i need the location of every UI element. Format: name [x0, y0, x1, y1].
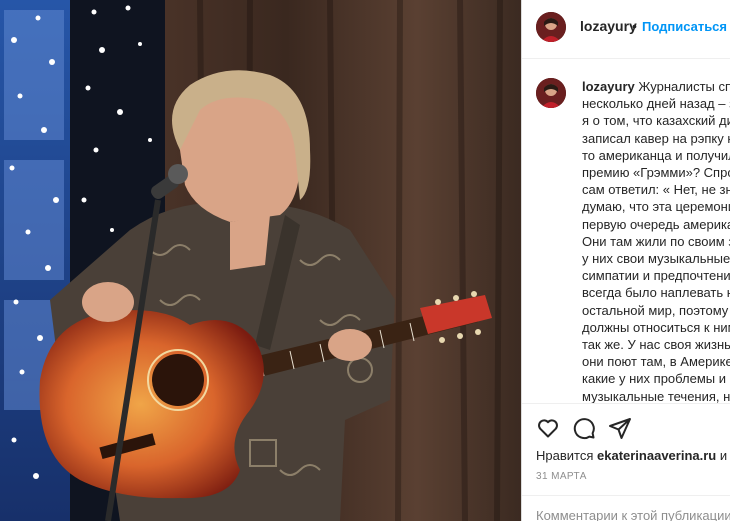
follow-button[interactable]: Подписаться	[642, 19, 727, 34]
post-author-username[interactable]: lozayury	[580, 18, 637, 34]
comment-input[interactable]: Комментарии к этой публикации	[536, 508, 730, 521]
post-date[interactable]: 31 МАРТА	[536, 471, 587, 482]
avatar-image	[536, 78, 566, 108]
post-photo[interactable]	[0, 0, 521, 521]
likes-prefix: Нравится	[536, 448, 594, 463]
post-caption: lozayury Журналисты спросили несколько д…	[536, 78, 730, 404]
likes-user-link[interactable]: ekaterinaaverina.ru	[597, 448, 716, 463]
avatar-image	[536, 12, 566, 42]
guitarist-photo	[0, 0, 521, 521]
caption-username[interactable]: lozayury	[582, 79, 635, 94]
post-side-panel: lozayury • Подписаться lozayury Журналис…	[521, 0, 730, 521]
comment-bar: Комментарии к этой публикации	[522, 495, 730, 521]
heart-icon[interactable]	[536, 416, 560, 440]
post-header: lozayury • Подписаться	[522, 0, 730, 59]
caption-avatar[interactable]	[536, 78, 566, 108]
share-icon[interactable]	[608, 416, 632, 440]
avatar[interactable]	[536, 12, 566, 42]
likes-suffix[interactable]: и др	[720, 448, 730, 463]
post-actions: Нравится ekaterinaaverina.ru и др 31 МАР…	[522, 403, 730, 521]
comment-icon[interactable]	[572, 416, 596, 440]
caption-text: Журналисты спросили несколько дней назад…	[582, 79, 730, 404]
likes-line: Нравится ekaterinaaverina.ru и др	[536, 448, 730, 463]
separator-dot: •	[632, 18, 637, 34]
caption-text-block: lozayury Журналисты спросили несколько д…	[582, 78, 730, 404]
